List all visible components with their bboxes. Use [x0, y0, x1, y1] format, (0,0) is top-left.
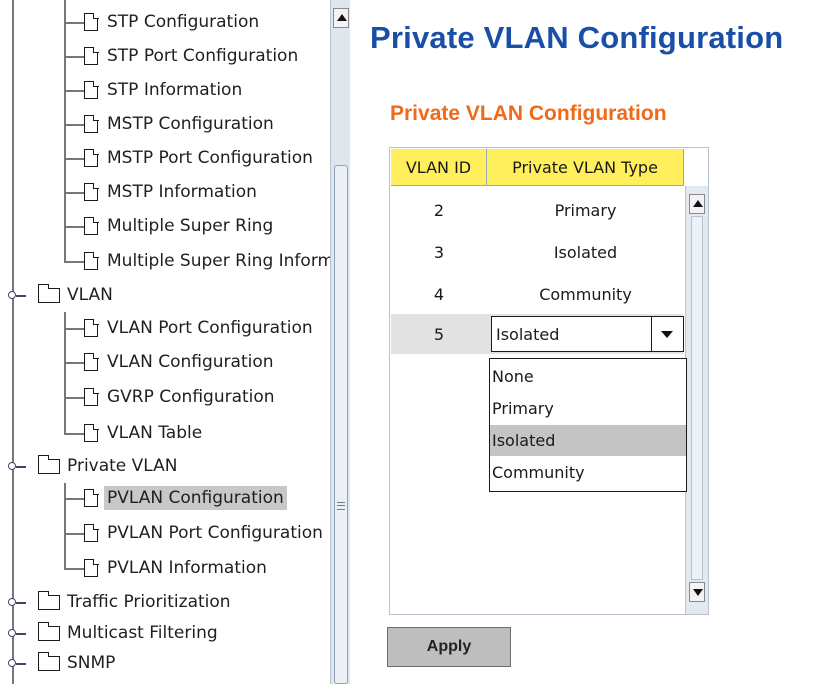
tree-item-label: VLAN Configuration: [107, 352, 274, 372]
tree-scrollbar[interactable]: [330, 0, 350, 684]
tree-item-label: STP Configuration: [107, 12, 260, 32]
tree-folder-vlan[interactable]: VLAN: [37, 279, 116, 311]
vlan-type-select[interactable]: Isolated: [491, 316, 684, 352]
tree-line: [64, 483, 66, 570]
tree-item-label: MSTP Information: [107, 182, 257, 202]
tree-folder-traffic-prioritization[interactable]: Traffic Prioritization: [37, 586, 234, 618]
document-icon: [84, 182, 99, 201]
tree-item-label: GVRP Configuration: [107, 387, 275, 407]
tree-item-label: Multiple Super Ring Information: [107, 251, 330, 271]
document-icon: [84, 251, 99, 270]
tree-item-pvlan-configuration[interactable]: PVLAN Configuration: [84, 482, 287, 514]
cell-vlan-type[interactable]: Isolated: [487, 232, 684, 273]
tree-item-label: SNMP: [67, 653, 116, 673]
tree-item-multiple-super-ring[interactable]: Multiple Super Ring: [84, 210, 276, 242]
tree-item-label: STP Information: [107, 80, 243, 100]
folder-icon: [37, 283, 60, 303]
tree-item-label: Multicast Filtering: [67, 623, 218, 643]
section-title: Private VLAN Configuration: [390, 102, 667, 125]
expand-handle[interactable]: [8, 659, 16, 667]
cell-vlan-id: 3: [433, 243, 445, 262]
grip-icon: [337, 502, 345, 510]
document-icon: [84, 80, 99, 99]
tree-item-vlan-table[interactable]: VLAN Table: [84, 417, 205, 449]
expand-handle[interactable]: [8, 291, 16, 299]
tree-folder-private-vlan[interactable]: Private VLAN: [37, 450, 181, 482]
tree-item-pvlan-information[interactable]: PVLAN Information: [84, 552, 270, 584]
document-icon: [84, 12, 99, 31]
column-header-vlan-id[interactable]: VLAN ID: [391, 149, 487, 186]
scroll-up-button[interactable]: [689, 194, 705, 214]
expand-handle[interactable]: [8, 462, 16, 470]
document-icon: [84, 46, 99, 65]
folder-icon: [37, 590, 60, 610]
vlan-type-dropdown: None Primary Isolated Community: [489, 358, 687, 492]
tree-item-stp-configuration[interactable]: STP Configuration: [84, 6, 262, 38]
select-value: Isolated: [496, 325, 560, 344]
cell-vlan-id: 4: [433, 285, 445, 304]
dropdown-option-community[interactable]: Community: [490, 457, 686, 488]
tree-item-mstp-information[interactable]: MSTP Information: [84, 176, 260, 208]
scrollbar-thumb[interactable]: [334, 165, 348, 684]
scroll-up-button[interactable]: [333, 8, 349, 28]
tree-item-label: PVLAN Information: [107, 558, 267, 578]
tree-item-label: STP Port Configuration: [107, 46, 299, 66]
tree-item-label: MSTP Port Configuration: [107, 148, 313, 168]
document-icon: [84, 558, 99, 577]
tree-folder-snmp[interactable]: SNMP: [37, 647, 118, 679]
cell-vlan-id: 5: [433, 324, 445, 344]
document-icon: [84, 148, 99, 167]
cell-vlan-id: 2: [433, 201, 445, 220]
navigation-tree: STP Configuration STP Port Configuration…: [0, 0, 330, 684]
document-icon: [84, 488, 99, 507]
column-header-private-vlan-type[interactable]: Private VLAN Type: [487, 149, 684, 186]
tree-item-pvlan-port-configuration[interactable]: PVLAN Port Configuration: [84, 517, 326, 549]
tree-item-mstp-port-configuration[interactable]: MSTP Port Configuration: [84, 142, 316, 174]
page-title: Private VLAN Configuration: [370, 20, 784, 55]
tree-item-label: PVLAN Configuration: [104, 486, 287, 510]
dropdown-option-isolated[interactable]: Isolated: [490, 425, 686, 456]
folder-icon: [37, 651, 60, 671]
document-icon: [84, 318, 99, 337]
tree-item-label: Multiple Super Ring: [107, 216, 274, 236]
cell-vlan-type[interactable]: Primary: [487, 190, 684, 231]
tree-item-stp-port-configuration[interactable]: STP Port Configuration: [84, 40, 301, 72]
dropdown-option-primary[interactable]: Primary: [490, 393, 686, 424]
tree-item-vlan-port-configuration[interactable]: VLAN Port Configuration: [84, 312, 316, 344]
tree-folder-multicast-filtering[interactable]: Multicast Filtering: [37, 617, 221, 649]
tree-item-label: MSTP Configuration: [107, 114, 274, 134]
document-icon: [84, 423, 99, 442]
tree-item-label: VLAN: [67, 285, 113, 305]
document-icon: [84, 352, 99, 371]
dropdown-option-none[interactable]: None: [490, 361, 686, 392]
chevron-down-icon[interactable]: [651, 317, 683, 351]
expand-handle[interactable]: [8, 629, 16, 637]
tree-item-multiple-super-ring-information[interactable]: Multiple Super Ring Information: [84, 245, 330, 277]
scrollbar-track[interactable]: [691, 216, 703, 580]
document-icon: [84, 387, 99, 406]
tree-item-label: Traffic Prioritization: [67, 592, 231, 612]
expand-handle[interactable]: [8, 598, 16, 606]
folder-icon: [37, 454, 60, 474]
tree-item-label: VLAN Table: [107, 423, 203, 443]
document-icon: [84, 523, 99, 542]
tree-line: [12, 0, 14, 684]
document-icon: [84, 114, 99, 133]
tree-item-label: VLAN Port Configuration: [107, 318, 313, 338]
document-icon: [84, 216, 99, 235]
scroll-down-button[interactable]: [689, 582, 705, 602]
tree-item-stp-information[interactable]: STP Information: [84, 74, 245, 106]
tree-item-mstp-configuration[interactable]: MSTP Configuration: [84, 108, 277, 140]
tree-item-label: PVLAN Port Configuration: [107, 523, 323, 543]
tree-item-vlan-configuration[interactable]: VLAN Configuration: [84, 346, 277, 378]
table-scrollbar[interactable]: [685, 186, 708, 614]
tree-item-gvrp-configuration[interactable]: GVRP Configuration: [84, 381, 278, 413]
apply-button[interactable]: Apply: [387, 627, 511, 667]
folder-icon: [37, 621, 60, 641]
tree-line: [64, 312, 66, 435]
tree-item-label: Private VLAN: [67, 456, 178, 476]
tree-line: [64, 0, 66, 262]
cell-vlan-type[interactable]: Community: [487, 274, 684, 315]
